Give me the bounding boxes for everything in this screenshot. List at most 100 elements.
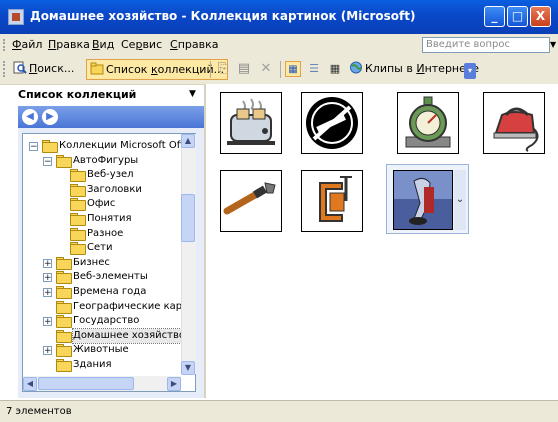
tree-node-label: Государство — [73, 315, 140, 327]
vacuum-cleaner-icon — [394, 171, 452, 229]
scroll-right-icon[interactable]: ▶ — [167, 377, 181, 391]
clip-thumbnail[interactable] — [301, 170, 363, 232]
tree-vertical-scrollbar[interactable] — [181, 134, 196, 374]
tree-node[interactable]: − Коллекции Microsoft Offic — [23, 139, 193, 153]
folder-icon — [55, 286, 72, 299]
tree-node-label: Заголовки — [87, 183, 142, 195]
folder-icon — [55, 300, 72, 314]
scroll-left-icon[interactable]: ◀ — [23, 377, 37, 391]
copy-icon[interactable]: ⎘ — [215, 61, 231, 77]
tree-node-label: Сети — [87, 242, 113, 254]
tree-node-label: Коллекции Microsoft Offic — [59, 140, 192, 151]
tree-node[interactable]: Географические карт — [23, 300, 193, 314]
scroll-up-icon[interactable]: ▲ — [181, 134, 195, 148]
tree-node[interactable]: Понятия — [23, 212, 193, 226]
toolbar-grip[interactable] — [3, 61, 7, 77]
collapse-icon[interactable]: − — [29, 142, 38, 152]
expand-icon[interactable]: + — [43, 288, 52, 298]
folder-icon — [55, 154, 72, 168]
collection-tree[interactable]: − Коллекции Microsoft Offic − АвтоФигуры Веб… — [22, 133, 196, 392]
tree-node[interactable]: Разное — [23, 227, 193, 241]
ask-question-input[interactable]: Введите вопрос — [422, 37, 550, 53]
folder-icon — [55, 359, 72, 372]
panel-menu-icon[interactable]: ▼ — [189, 89, 196, 99]
tree-node-label: Разное — [87, 227, 124, 239]
tree-node-label: АвтоФигуры — [73, 154, 139, 166]
tree-node-label: Здания — [73, 359, 112, 370]
folder-icon — [55, 271, 72, 285]
tree-node[interactable]: Сети — [23, 241, 193, 256]
close-button[interactable]: X — [530, 6, 551, 27]
tree-node[interactable]: Домашнее хозяйство — [23, 327, 193, 344]
menu-view[interactable]: Вид — [92, 38, 114, 51]
clip-thumbnail[interactable] — [483, 92, 545, 154]
tree-node-label: Веб-узел — [87, 169, 134, 181]
menu-grip[interactable] — [3, 39, 7, 51]
delete-icon[interactable]: ✕ — [258, 61, 274, 77]
tree-node-label: Офис — [87, 198, 116, 210]
wrench-icon — [223, 182, 276, 215]
tree-node[interactable]: − АвтоФигуры — [23, 154, 193, 168]
collection-list-button[interactable]: Список коллекций... — [86, 59, 229, 80]
ask-dropdown-icon[interactable]: ▼ — [550, 40, 556, 49]
folder-icon — [69, 198, 86, 212]
menu-tools[interactable]: Сервис — [121, 38, 162, 51]
panel-nav-strip: ◀ ▶ — [18, 106, 204, 128]
folder-icon — [55, 256, 72, 270]
list-view-icon[interactable]: ☰ — [306, 61, 322, 77]
app-icon[interactable] — [8, 9, 24, 25]
kitchen-timer-icon — [405, 96, 451, 148]
tree-node[interactable]: Здания — [23, 358, 193, 372]
tree-node[interactable]: + Времена года — [23, 285, 193, 299]
expand-icon[interactable]: + — [43, 258, 52, 268]
folder-icon — [90, 62, 104, 75]
paste-icon[interactable]: ▤ — [236, 61, 252, 77]
search-button[interactable]: Поиск... — [10, 59, 77, 80]
clip-thumbnail-selected[interactable] — [393, 170, 453, 230]
tree-node[interactable]: Веб-узел — [23, 168, 193, 183]
details-view-icon[interactable]: ▦ — [327, 61, 343, 77]
maximize-icon: □ — [511, 9, 524, 23]
tree-node[interactable]: + Государство — [23, 314, 193, 329]
menu-help[interactable]: Справка — [170, 38, 218, 51]
tree-node[interactable]: + Бизнес — [23, 256, 193, 270]
tree-vertical-scroll-thumb[interactable] — [181, 194, 195, 242]
maximize-button[interactable]: □ — [507, 6, 528, 27]
scroll-down-icon[interactable]: ▼ — [181, 361, 195, 375]
expand-icon[interactable]: + — [43, 346, 52, 356]
item-count-status: 7 элементов — [6, 406, 72, 417]
clip-thumbnail[interactable] — [397, 92, 459, 154]
clip-thumbnail[interactable] — [220, 170, 282, 232]
toolbar-options-icon[interactable]: ▾ — [464, 63, 476, 79]
toolbar-separator — [280, 61, 281, 78]
iron-icon — [493, 107, 539, 152]
folder-icon — [55, 344, 72, 358]
tree-horizontal-scroll-thumb[interactable] — [38, 377, 134, 390]
menu-file[interactable]: Файл — [12, 38, 42, 51]
clip-options-icon[interactable]: ⌄ — [454, 170, 466, 230]
folder-icon — [69, 183, 86, 197]
forward-icon[interactable]: ▶ — [42, 109, 58, 125]
folder-icon — [69, 242, 86, 256]
back-icon[interactable]: ◀ — [22, 109, 38, 125]
minimize-button[interactable]: _ — [484, 6, 505, 27]
clips-online-button[interactable]: Клипы в Интернете — [346, 59, 482, 80]
clip-thumbnail[interactable] — [220, 92, 282, 154]
tree-node-label: Понятия — [87, 213, 132, 224]
tree-node-label: Домашнее хозяйство — [72, 327, 186, 344]
collapse-icon[interactable]: − — [43, 156, 52, 166]
toaster-icon — [227, 98, 275, 145]
tree-node[interactable]: + Животные — [23, 343, 193, 358]
folder-icon — [69, 169, 86, 183]
tree-node[interactable]: Заголовки — [23, 183, 193, 197]
menu-edit[interactable]: Правка — [48, 38, 90, 51]
thumbnails-view-icon[interactable]: ▦ — [285, 61, 301, 77]
minimize-icon: _ — [491, 9, 498, 23]
expand-icon[interactable]: + — [43, 317, 52, 327]
tree-node-label: Географические карт — [73, 300, 188, 312]
window-title: Домашнее хозяйство - Коллекция картинок … — [30, 9, 416, 23]
expand-icon[interactable]: + — [43, 273, 52, 283]
tree-node[interactable]: Офис — [23, 197, 193, 212]
tree-node[interactable]: + Веб-элементы — [23, 270, 193, 285]
clip-thumbnail[interactable] — [301, 92, 363, 154]
